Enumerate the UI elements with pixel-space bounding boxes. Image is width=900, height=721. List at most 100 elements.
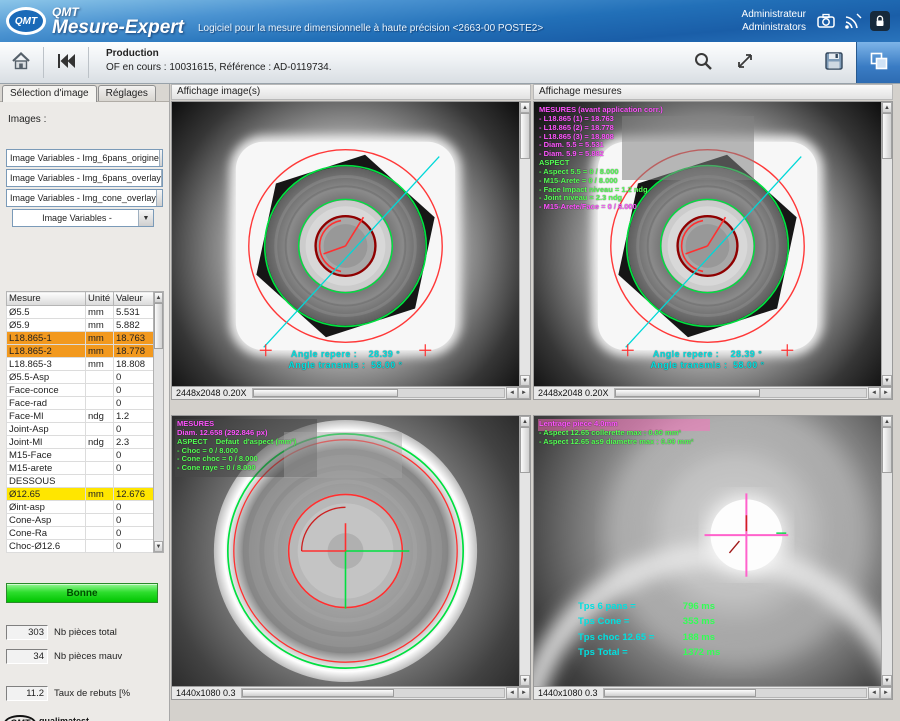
vertical-scrollbar[interactable]: ▲ ▼	[519, 102, 530, 386]
image-viewer-1[interactable]: Angle repere : 28.39 °Angle transmis : 5…	[171, 101, 531, 400]
table-row[interactable]: Joint-Ml ndg 2.3	[7, 436, 154, 449]
scroll-down-icon[interactable]: ▼	[520, 675, 530, 686]
image-variable-dropdown[interactable]: Image Variables - Img_6pans_overlay ▼	[6, 169, 163, 187]
table-header-mesure[interactable]: Mesure	[7, 292, 86, 306]
table-row[interactable]: M15-Face 0	[7, 449, 154, 462]
search-button[interactable]	[682, 42, 724, 83]
toolbar-spacer	[348, 42, 682, 83]
scroll-up-icon[interactable]: ▲	[154, 292, 163, 303]
image-viewer-4[interactable]: Lentrage piece 4.0mm- Aspect 12.65 colle…	[533, 415, 893, 700]
camera-icon[interactable]	[816, 11, 836, 31]
rewind-button[interactable]	[45, 42, 87, 83]
vertical-scrollbar[interactable]: ▲ ▼	[881, 102, 892, 386]
scrollbar-track[interactable]	[520, 159, 530, 375]
scrollbar-track[interactable]	[882, 159, 892, 375]
dropdown-value: Image Variables -	[16, 213, 138, 223]
scroll-left-icon[interactable]: ◄	[868, 687, 880, 699]
table-header-unite[interactable]: Unité	[86, 292, 114, 306]
tab-selection-image[interactable]: Sélection d'image	[2, 85, 97, 102]
table-row[interactable]: Face-Ml ndg 1.2	[7, 410, 154, 423]
image-variable-dropdown[interactable]: Image Variables - Img_6pans_origine ▼	[6, 149, 163, 167]
lock-icon[interactable]	[870, 11, 890, 31]
table-row[interactable]: Øint-asp 0	[7, 501, 154, 514]
scroll-right-icon[interactable]: ►	[518, 387, 530, 399]
viewer-image-hole[interactable]: Lentrage piece 4.0mm- Aspect 12.65 colle…	[534, 416, 881, 686]
timing-line: Tps Cone = 353 ms	[578, 614, 720, 629]
scrollbar-thumb[interactable]	[154, 303, 163, 349]
scroll-up-icon[interactable]: ▲	[520, 102, 530, 113]
layout-button[interactable]	[856, 42, 900, 83]
scroll-right-icon[interactable]: ►	[880, 387, 892, 399]
brand-oval: QMT	[4, 715, 36, 721]
scrollbar-thumb[interactable]	[242, 689, 394, 697]
scrollbar-track[interactable]	[882, 473, 892, 675]
table-row[interactable]: Face-conce 0	[7, 384, 154, 397]
table-header-valeur[interactable]: Valeur	[114, 292, 154, 306]
chevron-down-icon[interactable]: ▼	[161, 170, 163, 186]
horizontal-scrollbar[interactable]	[241, 688, 505, 698]
table-header-row: Mesure Unité Valeur	[7, 292, 154, 306]
table-row[interactable]: Joint-Asp 0	[7, 423, 154, 436]
table-row[interactable]: Cone-Asp 0	[7, 514, 154, 527]
expand-button[interactable]	[724, 42, 766, 83]
table-row[interactable]: Ø5.5-Asp 0	[7, 371, 154, 384]
chevron-down-icon[interactable]: ▼	[156, 190, 163, 206]
cell-unite: mm	[86, 332, 114, 345]
home-button[interactable]	[0, 42, 42, 83]
chevron-down-icon[interactable]: ▼	[138, 210, 153, 226]
table-row[interactable]: M15-arete 0	[7, 462, 154, 475]
viewer-image-cone[interactable]: MESURESDiam. 12.658 (292.846 px)ASPECT D…	[172, 416, 519, 686]
scrollbar-track[interactable]	[154, 349, 163, 541]
scrollbar-thumb[interactable]	[520, 427, 530, 473]
viewer-image-hex-overlay[interactable]: MESURES (avant application corr.)- L18.8…	[534, 102, 881, 386]
scrollbar-thumb[interactable]	[615, 389, 761, 397]
table-row[interactable]: Cone-Ra 0	[7, 527, 154, 540]
horizontal-scrollbar[interactable]	[614, 388, 867, 398]
image-viewer-3[interactable]: MESURESDiam. 12.658 (292.846 px)ASPECT D…	[171, 415, 531, 700]
scrollbar-thumb[interactable]	[882, 427, 892, 473]
table-row[interactable]: Ø12.65 mm 12.676	[7, 488, 154, 501]
verdict-button[interactable]: Bonne	[6, 583, 158, 603]
vertical-scrollbar[interactable]: ▲ ▼	[881, 416, 892, 686]
measures-table-wrap: Mesure Unité Valeur Ø5.5 mm	[6, 291, 164, 553]
viewer-image-hex-original[interactable]: Angle repere : 28.39 °Angle transmis : 5…	[172, 102, 519, 386]
left-column: Affichage image(s)	[171, 84, 531, 721]
scroll-down-icon[interactable]: ▼	[154, 541, 163, 552]
image-variable-dropdown-4[interactable]: Image Variables - ▼	[12, 209, 154, 227]
scroll-up-icon[interactable]: ▲	[882, 416, 892, 427]
scroll-down-icon[interactable]: ▼	[520, 375, 530, 386]
scroll-down-icon[interactable]: ▼	[882, 675, 892, 686]
scroll-down-icon[interactable]: ▼	[882, 375, 892, 386]
scrollbar-track[interactable]	[520, 473, 530, 675]
scrollbar-thumb[interactable]	[520, 113, 530, 159]
tab-reglages[interactable]: Réglages	[98, 85, 156, 101]
table-row[interactable]: Ø5.5 mm 5.531	[7, 306, 154, 319]
scroll-left-icon[interactable]: ◄	[506, 687, 518, 699]
table-row[interactable]: L18.865-1 mm 18.763	[7, 332, 154, 345]
table-row[interactable]: DESSOUS	[7, 475, 154, 488]
scroll-right-icon[interactable]: ►	[880, 687, 892, 699]
wireless-icon[interactable]	[843, 11, 863, 31]
table-row[interactable]: L18.865-2 mm 18.778	[7, 345, 154, 358]
chevron-down-icon[interactable]: ▼	[159, 150, 163, 166]
scrollbar-thumb[interactable]	[253, 389, 399, 397]
image-viewer-2[interactable]: MESURES (avant application corr.)- L18.8…	[533, 101, 893, 400]
scroll-left-icon[interactable]: ◄	[868, 387, 880, 399]
vertical-scrollbar[interactable]: ▲ ▼	[519, 416, 530, 686]
save-button[interactable]	[812, 42, 856, 83]
scroll-up-icon[interactable]: ▲	[882, 102, 892, 113]
cell-mesure: M15-Face	[7, 449, 86, 462]
table-row[interactable]: Ø5.9 mm 5.882	[7, 319, 154, 332]
image-variable-dropdown[interactable]: Image Variables - Img_cone_overlay ▼	[6, 189, 163, 207]
scroll-left-icon[interactable]: ◄	[506, 387, 518, 399]
scroll-up-icon[interactable]: ▲	[520, 416, 530, 427]
scrollbar-thumb[interactable]	[882, 113, 892, 159]
table-row[interactable]: Choc-Ø12.6 0	[7, 540, 154, 553]
table-row[interactable]: L18.865-3 mm 18.808	[7, 358, 154, 371]
table-scrollbar[interactable]: ▲ ▼	[153, 291, 164, 553]
scroll-right-icon[interactable]: ►	[518, 687, 530, 699]
table-row[interactable]: Face-rad 0	[7, 397, 154, 410]
scrollbar-thumb[interactable]	[604, 689, 756, 697]
horizontal-scrollbar[interactable]	[252, 388, 505, 398]
horizontal-scrollbar[interactable]	[603, 688, 867, 698]
